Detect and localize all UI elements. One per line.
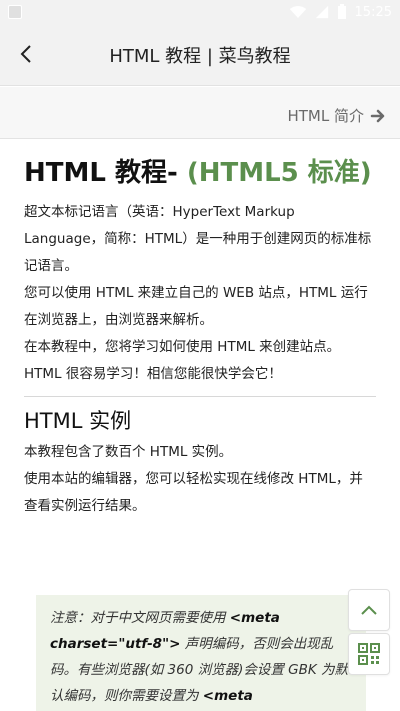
scroll-top-button[interactable] [348,589,390,631]
battery-icon [337,4,346,19]
notification-icon [8,5,22,19]
next-article-link[interactable]: HTML 简介 [287,105,386,126]
section-title: HTML 实例 [24,409,132,434]
section-paragraph: 使用本站的编辑器，您可以轻松实现在线修改 HTML，并查看实例运行结果。 [24,471,363,515]
next-article-label: HTML 简介 [287,107,364,125]
status-bar: 15:25 [0,0,400,26]
intro-paragraph: HTML 很容易学习！相信您能很快学会它！ [24,366,282,383]
intro-paragraph: 您可以使用 HTML 来建立自己的 WEB 站点，HTML 运行在浏览器上，由浏… [24,285,368,329]
status-icons: 15:25 [289,4,392,20]
divider [24,396,376,398]
qr-code-button[interactable] [348,633,390,675]
page-title: HTML 教程 | 菜鸟教程 [109,46,291,67]
article-title: HTML 教程- (HTML5 标准) [24,158,376,189]
article-title-main: HTML 教程- [24,158,187,188]
intro-paragraph: 超文本标记语言（英语：HyperText Markup Language，简称：… [24,204,372,275]
wifi-icon [289,6,306,18]
app-bar: HTML 教程 | 菜鸟教程 [0,26,400,86]
note-box: 注意：对于中文网页需要使用 <meta charset="utf-8"> 声明编… [36,595,366,711]
clock: 15:25 [354,4,392,20]
article-nav: HTML 简介 [0,87,400,139]
arrow-right-icon [370,109,385,122]
signal-icon [315,5,328,19]
qr-code-icon [358,643,380,665]
note-prefix: 注意：对于中文网页需要使用 [50,610,230,626]
chevron-up-icon [361,605,377,615]
intro-paragraph: 在本教程中，您将学习如何使用 HTML 来创建站点。 [24,339,341,356]
article-title-accent: (HTML5 标准) [186,158,372,188]
section-paragraph: 本教程包含了数百个 HTML 实例。 [24,444,233,461]
